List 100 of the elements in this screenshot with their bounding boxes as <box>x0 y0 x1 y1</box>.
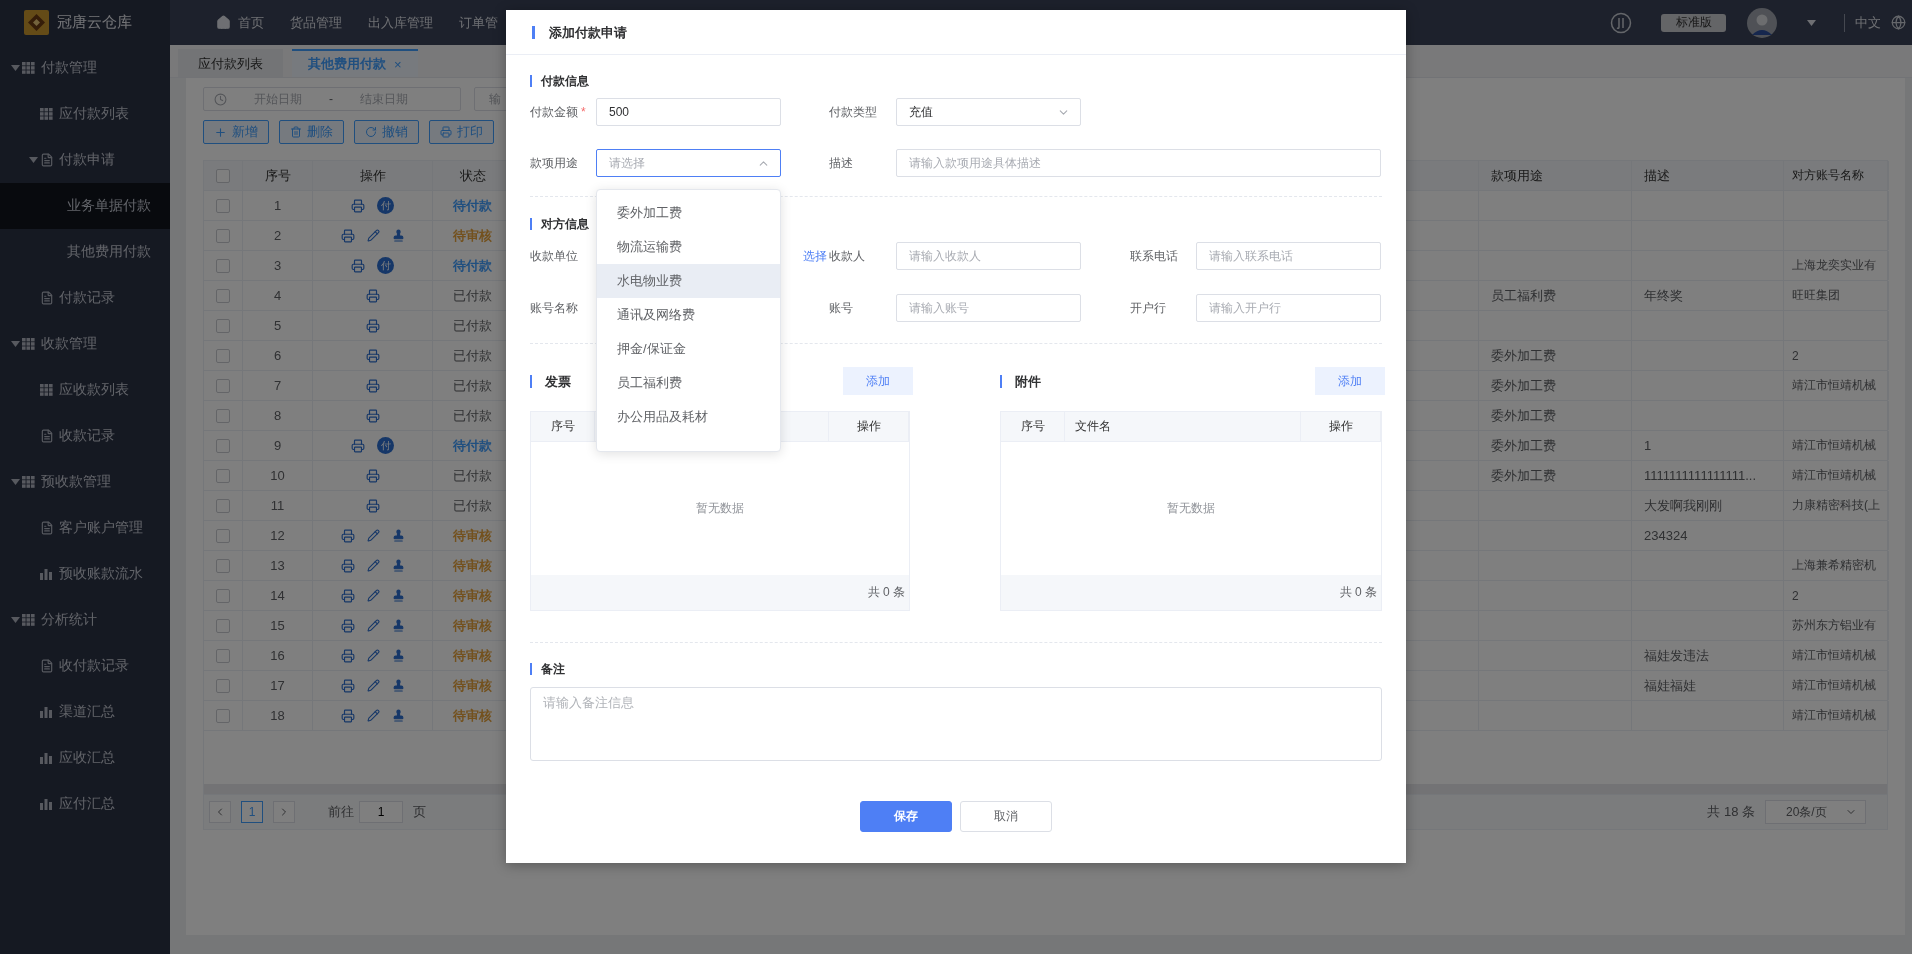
description-field[interactable]: 请输入款项用途具体描述 <box>896 149 1381 177</box>
stamp-icon[interactable] <box>391 709 405 722</box>
toolbar-button[interactable]: 打印 <box>429 120 494 144</box>
pay-button[interactable]: 付 <box>377 257 394 274</box>
tab[interactable]: 应付款列表 <box>178 49 283 77</box>
page-input[interactable]: 1 <box>359 801 403 823</box>
row-checkbox[interactable] <box>216 588 230 603</box>
payment-type-select[interactable]: 充值 <box>896 98 1081 126</box>
remark-field[interactable]: 请输入备注信息 <box>530 687 1382 761</box>
printer-icon[interactable] <box>351 258 365 273</box>
printer-icon[interactable] <box>340 618 355 633</box>
page-button[interactable]: 1 <box>241 801 263 823</box>
stamp-icon[interactable] <box>391 559 405 572</box>
caret-icon[interactable] <box>10 341 20 347</box>
circle-icon[interactable] <box>1610 11 1632 34</box>
printer-icon[interactable] <box>351 438 365 453</box>
dropdown-option[interactable]: 通讯及网络费 <box>597 298 780 332</box>
printer-icon[interactable] <box>365 288 380 303</box>
row-checkbox[interactable] <box>216 348 230 363</box>
amount-field[interactable]: 500 <box>596 98 781 126</box>
save-button[interactable]: 保存 <box>860 801 952 832</box>
printer-icon[interactable] <box>340 228 355 243</box>
printer-icon[interactable] <box>365 498 380 513</box>
pencil-icon[interactable] <box>366 529 380 542</box>
cancel-button[interactable]: 取消 <box>960 801 1052 832</box>
printer-icon[interactable] <box>365 378 380 393</box>
dropdown-option[interactable]: 办公用品及耗材 <box>597 400 780 434</box>
select-link[interactable]: 选择 <box>781 242 829 270</box>
close-icon[interactable]: × <box>394 56 402 72</box>
globe-icon[interactable] <box>1891 15 1906 30</box>
stamp-icon[interactable] <box>391 589 405 602</box>
toolbar-button[interactable]: 新增 <box>203 120 269 144</box>
printer-icon[interactable] <box>340 588 355 603</box>
page-size-select[interactable]: 20条/页 <box>1765 800 1866 824</box>
dropdown-option[interactable]: 水电物业费 <box>597 264 780 298</box>
stamp-icon[interactable] <box>391 649 405 662</box>
pencil-icon[interactable] <box>366 589 380 602</box>
row-checkbox[interactable] <box>216 528 230 543</box>
stamp-icon[interactable] <box>391 529 405 542</box>
row-checkbox[interactable] <box>216 678 230 693</box>
pencil-icon[interactable] <box>366 649 380 662</box>
toolbar-button[interactable]: 撤销 <box>354 120 419 144</box>
nav-item[interactable]: 订单管 <box>459 13 498 32</box>
printer-icon[interactable] <box>365 408 380 423</box>
row-checkbox[interactable] <box>216 498 230 513</box>
pencil-icon[interactable] <box>366 229 380 242</box>
add-button[interactable]: 添加 <box>843 367 913 395</box>
row-checkbox[interactable] <box>216 378 230 393</box>
row-checkbox[interactable] <box>216 258 230 273</box>
row-checkbox[interactable] <box>216 198 230 213</box>
dropdown-option[interactable]: 委外加工费 <box>597 196 780 230</box>
nav-item[interactable]: 货品管理 <box>290 13 342 32</box>
printer-icon[interactable] <box>365 468 380 483</box>
dropdown-option[interactable]: 物流运输费 <box>597 230 780 264</box>
row-checkbox[interactable] <box>216 408 230 423</box>
printer-icon[interactable] <box>340 708 355 723</box>
row-checkbox[interactable] <box>216 558 230 573</box>
pencil-icon[interactable] <box>366 559 380 572</box>
row-checkbox[interactable] <box>216 618 230 633</box>
row-checkbox[interactable] <box>216 468 230 483</box>
language-label[interactable]: 中文 <box>1855 13 1881 32</box>
next-page-button[interactable] <box>273 801 295 823</box>
caret-icon[interactable] <box>10 65 20 71</box>
account-field[interactable]: 请输入账号 <box>896 294 1081 322</box>
printer-icon[interactable] <box>365 318 380 333</box>
pay-button[interactable]: 付 <box>377 437 394 454</box>
row-checkbox[interactable] <box>216 708 230 723</box>
dropdown-option[interactable]: 员工福利费 <box>597 366 780 400</box>
pay-button[interactable]: 付 <box>377 197 394 214</box>
row-checkbox[interactable] <box>216 438 230 453</box>
nav-item[interactable]: 首页 <box>216 13 264 32</box>
printer-icon[interactable] <box>351 198 365 213</box>
stamp-icon[interactable] <box>391 679 405 692</box>
nav-item[interactable]: 出入库管理 <box>368 13 433 32</box>
pencil-icon[interactable] <box>366 709 380 722</box>
printer-icon[interactable] <box>340 648 355 663</box>
pencil-icon[interactable] <box>366 679 380 692</box>
dropdown-option[interactable]: 押金/保证金 <box>597 332 780 366</box>
tab[interactable]: 其他费用付款 × <box>292 49 418 77</box>
row-checkbox[interactable] <box>216 648 230 663</box>
stamp-icon[interactable] <box>391 619 405 632</box>
select-all-checkbox[interactable] <box>216 168 230 183</box>
avatar[interactable] <box>1747 7 1777 38</box>
row-checkbox[interactable] <box>216 228 230 243</box>
payee-field[interactable]: 请输入收款人 <box>896 242 1081 270</box>
add-button[interactable]: 添加 <box>1315 367 1385 395</box>
previous-page-button[interactable] <box>209 801 231 823</box>
printer-icon[interactable] <box>365 348 380 363</box>
row-checkbox[interactable] <box>216 288 230 303</box>
printer-icon[interactable] <box>340 558 355 573</box>
sidebar-item[interactable]: 业务单据付款 <box>0 183 170 229</box>
caret-icon[interactable] <box>10 479 20 485</box>
toolbar-button[interactable]: 删除 <box>279 120 344 144</box>
bank-field[interactable]: 请输入开户行 <box>1196 294 1381 322</box>
printer-icon[interactable] <box>340 678 355 693</box>
pencil-icon[interactable] <box>366 619 380 632</box>
row-checkbox[interactable] <box>216 318 230 333</box>
printer-icon[interactable] <box>340 528 355 543</box>
caret-icon[interactable] <box>10 617 20 623</box>
caret-icon[interactable] <box>28 157 38 163</box>
